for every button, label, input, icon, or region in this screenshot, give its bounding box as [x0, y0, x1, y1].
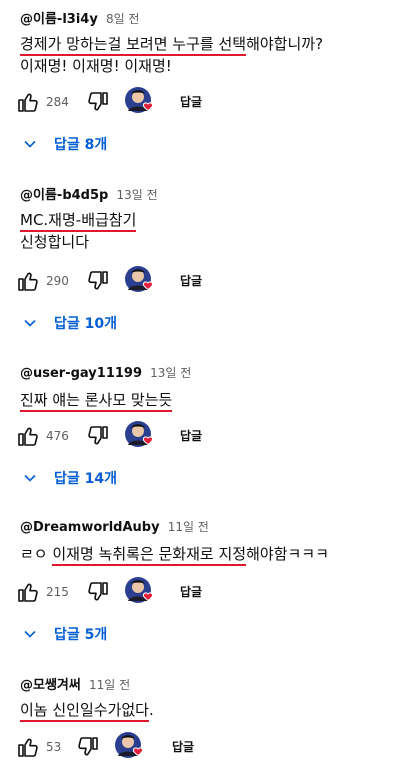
dislike-button[interactable]: [76, 731, 100, 763]
comment-time[interactable]: 11일 전: [89, 678, 130, 692]
comment-author[interactable]: @모쌩겨써: [20, 678, 81, 693]
comment-line: 진짜 얘는 론사모 맞는듯: [20, 389, 173, 412]
like-count: 284: [46, 95, 69, 109]
highlight-underline: 경제가 망하는걸 보려면 누구를 선택: [20, 35, 247, 56]
thumbs-up-icon: [16, 424, 40, 448]
view-replies-button[interactable]: 답글 14개: [22, 466, 117, 490]
comment-author[interactable]: @DreamworldAuby: [20, 520, 160, 535]
comment: @user-gay11199 13일 전 진짜 얘는 론사모 맞는듯 476 답…: [0, 356, 414, 506]
thumbs-up-icon: [16, 90, 40, 114]
replies-count-label[interactable]: 답글 10개: [54, 313, 117, 333]
creator-heart-icon: [112, 731, 146, 763]
like-button[interactable]: [16, 731, 40, 763]
view-replies-button[interactable]: 답글 10개: [22, 311, 117, 335]
comment: @모쌩겨써 11일 전 이놈 신인일수가없다. 53 답글: [0, 668, 414, 771]
comment-author[interactable]: @이름-b4d5p: [20, 188, 108, 203]
comment-author[interactable]: @이름-l3i4y: [20, 12, 98, 27]
like-count: 53: [46, 740, 62, 754]
comment-time[interactable]: 11일 전: [168, 520, 209, 534]
comment-line: 이재명! 이재명! 이재명!: [20, 57, 172, 75]
comment-line: 신청합니다: [20, 233, 90, 251]
creator-heart-icon: [122, 86, 156, 118]
comment-text: 이놈 신인일수가없다.: [20, 699, 154, 722]
comment-actions: 215 답글: [16, 576, 396, 608]
comment-line: 이놈 신인일수가없다.: [20, 699, 154, 722]
like-button[interactable]: [16, 86, 40, 118]
like-button[interactable]: [16, 265, 40, 297]
comment: @이름-l3i4y 8일 전 경제가 망하는걸 보려면 누구를 선택해야합니까?…: [0, 0, 414, 170]
creator-heart: [122, 86, 156, 118]
highlight-underline: 이재명 녹취록은 문화재로 지정: [52, 545, 247, 566]
comment-time[interactable]: 8일 전: [106, 12, 140, 26]
comment-author[interactable]: @user-gay11199: [20, 366, 142, 381]
creator-heart: [112, 731, 146, 763]
replies-count-label[interactable]: 답글 8개: [54, 134, 107, 154]
comment-text: MC.재명-배급참기 신청합니다: [20, 209, 137, 253]
reply-button[interactable]: 답글: [180, 576, 202, 608]
chevron-down-icon: [22, 470, 38, 486]
replies-count-label[interactable]: 답글 5개: [54, 624, 107, 644]
creator-heart-icon: [122, 265, 156, 297]
comment-header: @이름-b4d5p 13일 전: [20, 184, 158, 203]
dislike-button[interactable]: [86, 265, 110, 297]
comment-text: ㄹㅇ 이재명 녹취록은 문화재로 지정해야함ㅋㅋㅋ: [20, 543, 329, 566]
comment-text: 경제가 망하는걸 보려면 누구를 선택해야합니까? 이재명! 이재명! 이재명!: [20, 33, 323, 77]
reply-button[interactable]: 답글: [180, 86, 202, 118]
comment-header: @DreamworldAuby 11일 전: [20, 518, 209, 535]
comment: @DreamworldAuby 11일 전 ㄹㅇ 이재명 녹취록은 문화재로 지…: [0, 512, 414, 662]
comment-time[interactable]: 13일 전: [116, 188, 157, 202]
creator-heart-icon: [122, 420, 156, 452]
comment-line: 경제가 망하는걸 보려면 누구를 선택해야합니까?: [20, 33, 323, 56]
comment-header: @user-gay11199 13일 전: [20, 364, 191, 381]
thumbs-down-icon: [86, 580, 110, 604]
highlight-underline: 이놈 신인일수가없다: [20, 701, 149, 722]
comment-actions: 53 답글: [16, 731, 396, 763]
chevron-down-icon: [22, 136, 38, 152]
comment-time[interactable]: 13일 전: [150, 366, 191, 380]
dislike-button[interactable]: [86, 576, 110, 608]
thumbs-up-icon: [16, 735, 40, 759]
like-button[interactable]: [16, 576, 40, 608]
reply-button[interactable]: 답글: [172, 731, 194, 763]
dislike-button[interactable]: [86, 86, 110, 118]
like-count: 476: [46, 429, 69, 443]
thumbs-up-icon: [16, 580, 40, 604]
replies-count-label[interactable]: 답글 14개: [54, 468, 117, 488]
thumbs-up-icon: [16, 269, 40, 293]
reply-button[interactable]: 답글: [180, 265, 202, 297]
like-count: 215: [46, 585, 69, 599]
creator-heart: [122, 420, 156, 452]
comment-actions: 476 답글: [16, 420, 396, 452]
comment-line: MC.재명-배급참기: [20, 209, 137, 232]
comment-header: @이름-l3i4y 8일 전: [20, 8, 139, 27]
thumbs-down-icon: [76, 735, 100, 759]
thumbs-down-icon: [86, 90, 110, 114]
comment-header: @모쌩겨써 11일 전: [20, 674, 130, 693]
comment: @이름-b4d5p 13일 전 MC.재명-배급참기 신청합니다 290 답글 …: [0, 176, 414, 346]
creator-heart-icon: [122, 576, 156, 608]
chevron-down-icon: [22, 315, 38, 331]
comment-actions: 290 답글: [16, 265, 396, 297]
comment-actions: 284 답글: [16, 86, 396, 118]
comment-line: ㄹㅇ 이재명 녹취록은 문화재로 지정해야함ㅋㅋㅋ: [20, 543, 329, 566]
highlight-underline: 진짜 얘는 론사모 맞는듯: [20, 391, 173, 412]
like-button[interactable]: [16, 420, 40, 452]
thumbs-down-icon: [86, 424, 110, 448]
like-count: 290: [46, 274, 69, 288]
chevron-down-icon: [22, 626, 38, 642]
view-replies-button[interactable]: 답글 8개: [22, 132, 107, 156]
comment-text: 진짜 얘는 론사모 맞는듯: [20, 389, 173, 412]
dislike-button[interactable]: [86, 420, 110, 452]
thumbs-down-icon: [86, 269, 110, 293]
creator-heart: [122, 576, 156, 608]
reply-button[interactable]: 답글: [180, 420, 202, 452]
view-replies-button[interactable]: 답글 5개: [22, 622, 107, 646]
highlight-underline: MC.재명-배급참기: [20, 211, 137, 232]
creator-heart: [122, 265, 156, 297]
